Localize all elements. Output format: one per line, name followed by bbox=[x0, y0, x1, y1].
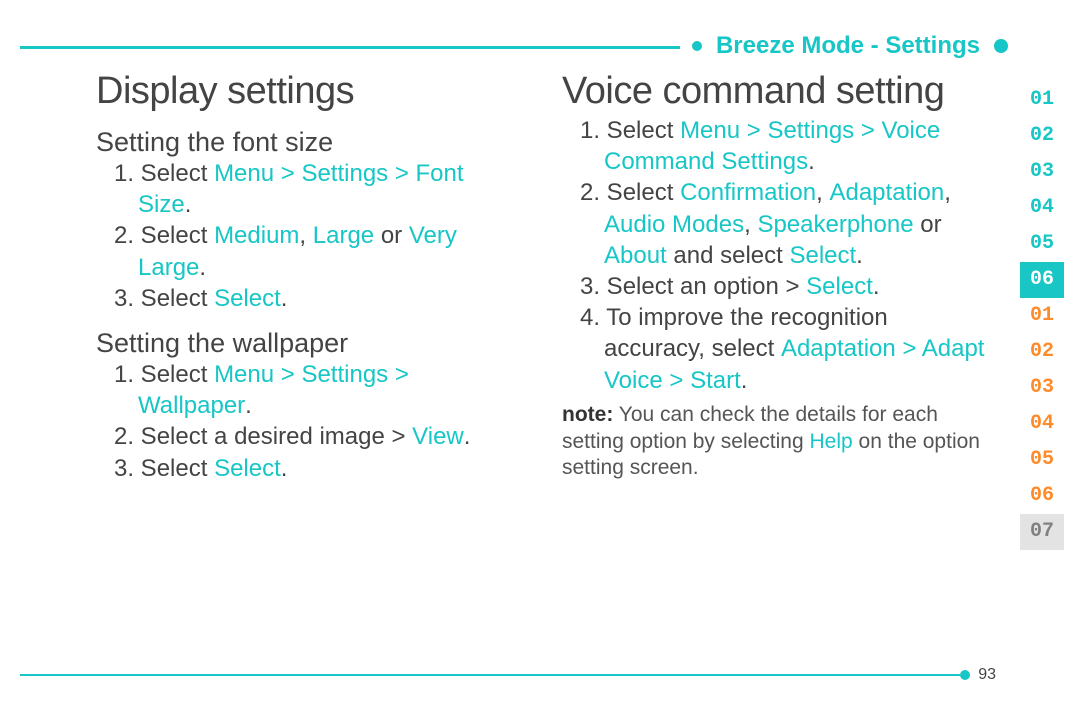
note: note: You can check the details for each… bbox=[562, 402, 988, 483]
step-text: 3. Select bbox=[114, 285, 214, 312]
highlight: About bbox=[604, 242, 667, 269]
step-text: 1. Select bbox=[580, 117, 680, 144]
step-text: . bbox=[856, 242, 863, 269]
step-text: , bbox=[944, 179, 951, 206]
step: 1. Select Menu > Settings > Wallpaper. bbox=[96, 359, 522, 421]
step: 3. Select Select. bbox=[96, 283, 522, 314]
section-tab[interactable]: 05 bbox=[1020, 442, 1064, 478]
subheading-wallpaper: Setting the wallpaper bbox=[96, 328, 522, 359]
step-text: 2. Select bbox=[114, 222, 214, 249]
step: 3. Select Select. bbox=[96, 453, 522, 484]
highlight: Select bbox=[789, 242, 856, 269]
step-text: 1. Select bbox=[114, 361, 214, 388]
section-tab[interactable]: 03 bbox=[1020, 370, 1064, 406]
section-tab[interactable]: 03 bbox=[1020, 154, 1064, 190]
breadcrumb: Breeze Mode - Settings bbox=[692, 32, 1008, 60]
footer-rule bbox=[20, 674, 960, 676]
section-tab[interactable]: 01 bbox=[1020, 298, 1064, 334]
section-tabs: 01020304050601020304050607 bbox=[1020, 82, 1064, 550]
section-tab[interactable]: 06 bbox=[1020, 478, 1064, 514]
dot-icon bbox=[960, 670, 970, 680]
highlight: View bbox=[412, 423, 464, 450]
step: 1. Select Menu > Settings > Voice Comman… bbox=[562, 115, 988, 177]
highlight: Confirmation bbox=[680, 179, 816, 206]
step-text: 1. Select bbox=[114, 160, 214, 187]
highlight: Select bbox=[214, 285, 281, 312]
heading-voice-command: Voice command setting bbox=[562, 70, 988, 113]
step-text: . bbox=[808, 148, 815, 175]
step: 2. Select Confirmation, Adaptation, Audi… bbox=[562, 177, 988, 271]
section-tab[interactable]: 07 bbox=[1020, 514, 1064, 550]
section-tab[interactable]: 04 bbox=[1020, 406, 1064, 442]
step-text: or bbox=[374, 222, 409, 249]
step-text: . bbox=[281, 285, 288, 312]
step-text: , bbox=[299, 222, 312, 249]
step-text: or bbox=[914, 211, 942, 238]
step: 3. Select an option > Select. bbox=[562, 271, 988, 302]
dot-icon bbox=[994, 39, 1008, 53]
highlight: Speakerphone bbox=[757, 211, 913, 238]
step: 2. Select Medium, Large or Very Large. bbox=[96, 220, 522, 282]
step: 1. Select Menu > Settings > Font Size. bbox=[96, 158, 522, 220]
step-text: and select bbox=[667, 242, 790, 269]
step-text: 2. Select bbox=[580, 179, 680, 206]
dot-icon bbox=[692, 41, 702, 51]
highlight: Medium bbox=[214, 222, 299, 249]
step: 2. Select a desired image > View. bbox=[96, 421, 522, 452]
step-text: . bbox=[185, 191, 192, 218]
page-number: 93 bbox=[978, 666, 996, 684]
section-tab[interactable]: 01 bbox=[1020, 82, 1064, 118]
highlight: Select bbox=[806, 273, 873, 300]
page-content: Display settings Setting the font size 1… bbox=[96, 70, 988, 503]
highlight: Audio Modes bbox=[604, 211, 744, 238]
highlight: Help bbox=[810, 430, 853, 453]
step-text: . bbox=[464, 423, 471, 450]
step-text: . bbox=[281, 455, 288, 482]
left-column: Display settings Setting the font size 1… bbox=[96, 70, 522, 503]
step-text: , bbox=[744, 211, 757, 238]
heading-display-settings: Display settings bbox=[96, 70, 522, 113]
highlight: Select bbox=[214, 455, 281, 482]
header-rule bbox=[20, 46, 680, 49]
step-text: . bbox=[245, 392, 252, 419]
step-text: . bbox=[199, 254, 206, 281]
footer: 93 bbox=[960, 666, 996, 684]
section-tab[interactable]: 04 bbox=[1020, 190, 1064, 226]
section-tab[interactable]: 02 bbox=[1020, 118, 1064, 154]
highlight: Adaptation bbox=[829, 179, 944, 206]
step-text: 3. Select an option > bbox=[580, 273, 806, 300]
section-tab[interactable]: 05 bbox=[1020, 226, 1064, 262]
step-text: , bbox=[816, 179, 829, 206]
subheading-font-size: Setting the font size bbox=[96, 127, 522, 158]
step-text: . bbox=[873, 273, 880, 300]
step-text: 3. Select bbox=[114, 455, 214, 482]
note-label: note: bbox=[562, 403, 613, 426]
breadcrumb-text: Breeze Mode - Settings bbox=[716, 32, 980, 60]
section-tab[interactable]: 02 bbox=[1020, 334, 1064, 370]
step-text: 2. Select a desired image > bbox=[114, 423, 412, 450]
right-column: Voice command setting 1. Select Menu > S… bbox=[562, 70, 988, 503]
step-text: . bbox=[741, 367, 748, 394]
step: 4. To improve the recognition accuracy, … bbox=[562, 302, 988, 396]
highlight: Large bbox=[313, 222, 374, 249]
section-tab[interactable]: 06 bbox=[1020, 262, 1064, 298]
